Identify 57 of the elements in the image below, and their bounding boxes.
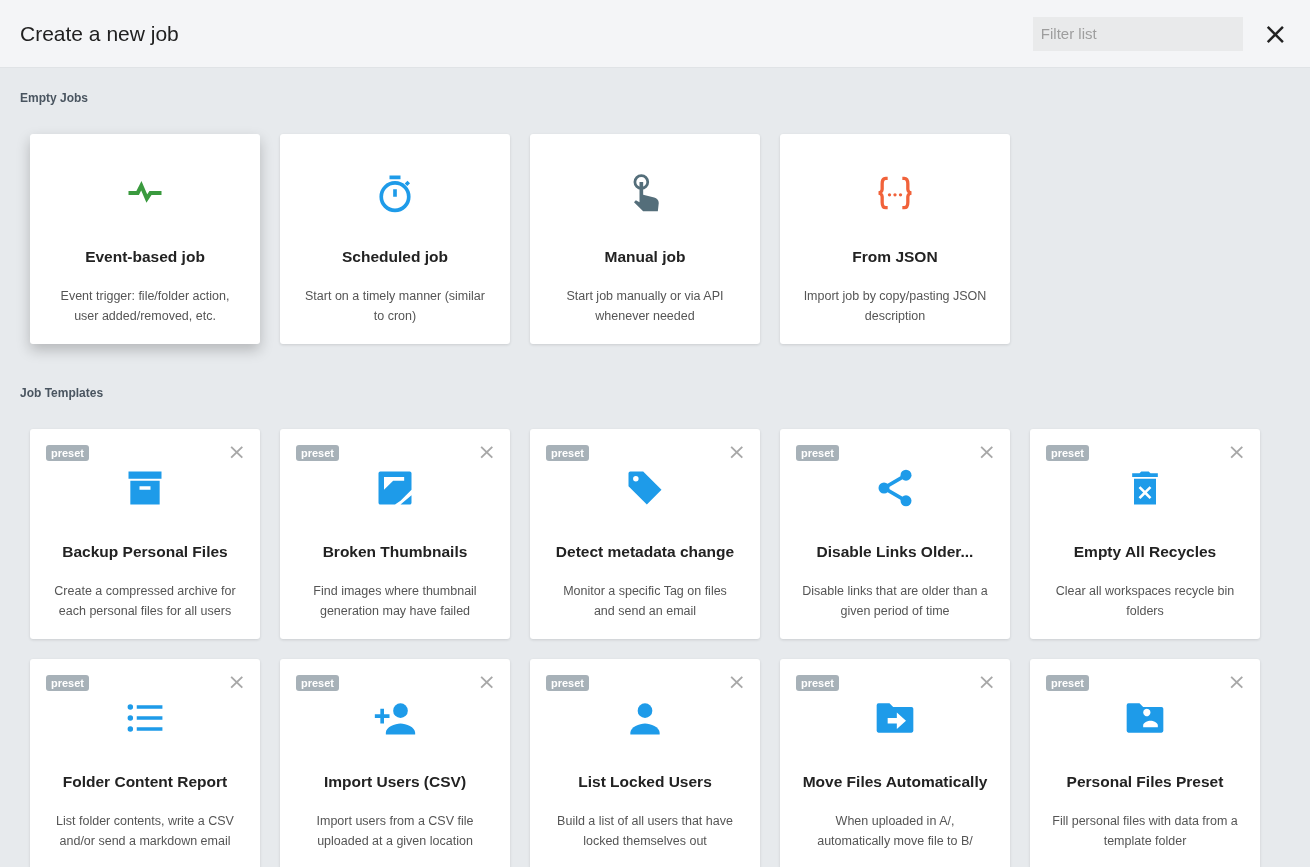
card-title: List Locked Users [578, 773, 712, 791]
job-card[interactable]: preset × Import Users (CSV) Import users from a CSV file uploaded at a given location [280, 659, 510, 867]
job-card[interactable]: From JSON Import job by copy/pasting JSON description [780, 134, 1010, 344]
card-description: Create a compressed archive for each personal files for all users [53, 583, 237, 620]
preset-badge: preset [46, 445, 90, 461]
card-title: From JSON [852, 248, 938, 266]
preset-badge: preset [1046, 675, 1090, 691]
card-title: Personal Files Preset [1066, 773, 1224, 791]
dialog-title: Create a new job [20, 21, 180, 46]
close-button[interactable]: × [1260, 19, 1290, 48]
job-card[interactable]: preset × List Locked Users Build a list of all users that have locked themselves out [530, 659, 760, 867]
preset-badge: preset [296, 445, 340, 461]
card-title: Detect metadata change [555, 543, 735, 561]
card-title: Broken Thumbnails [322, 543, 468, 561]
filter-field[interactable]: Filter list [1032, 16, 1243, 51]
card-description: Import job by copy/pasting JSON description [802, 288, 988, 325]
job-card[interactable]: preset × Folder Content Report List folder contents, write a CSV and/or send a markdown email [30, 659, 260, 867]
job-card[interactable]: preset × Detect metadata change Monitor a specific Tag on files and send an email [530, 429, 760, 639]
card-description: Start on a timely manner (similar to cron) [304, 288, 486, 325]
card-title: Disable Links Older... [816, 543, 974, 561]
preset-badge: preset [796, 675, 840, 691]
preset-badge: preset [296, 675, 340, 691]
job-card[interactable]: preset × Backup Personal Files Create a compressed archive for each personal files for all users [30, 429, 260, 639]
job-card[interactable]: preset × Personal Files Preset Fill personal files with data from a template folder [1030, 659, 1260, 867]
section-title: Empty Jobs [20, 91, 88, 105]
card-description: Find images where thumbnail generation may have failed [312, 583, 478, 620]
card-title: Folder Content Report [62, 773, 228, 791]
card-description: When uploaded in A/, automatically move file to B/ [816, 813, 974, 850]
card-title: Empty All Recycles [1073, 543, 1217, 561]
preset-badge: preset [1046, 445, 1090, 461]
section-title: Job Templates [20, 386, 104, 400]
preset-badge: preset [796, 445, 840, 461]
card-description: Clear all workspaces recycle bin folders [1054, 583, 1236, 620]
card-description: List folder contents, write a CSV and/or send a markdown email [55, 813, 235, 850]
card-description: Import users from a CSV file uploaded at a given location [315, 813, 475, 850]
preset-badge: preset [46, 675, 90, 691]
card-title: Manual job [604, 248, 686, 266]
card-title: Scheduled job [342, 248, 448, 266]
card-description: Start job manually or via API whenever needed [565, 288, 725, 325]
card-description: Build a list of all users that have locked themselves out [556, 813, 734, 850]
job-card[interactable]: Scheduled job Start on a timely manner (similar to cron) [280, 134, 510, 344]
preset-badge: preset [546, 675, 590, 691]
job-card[interactable]: preset × Broken Thumbnails Find images where thumbnail generation may have failed [280, 429, 510, 639]
job-card[interactable]: preset × Empty All Recycles Clear all workspaces recycle bin folders [1030, 429, 1260, 639]
job-card[interactable]: Manual job Start job manually or via API whenever needed [530, 134, 760, 344]
preset-badge: preset [546, 445, 590, 461]
card-description: Monitor a specific Tag on files and send an email [562, 583, 728, 620]
card-title: Move Files Automatically [802, 773, 988, 791]
job-card[interactable]: preset × Move Files Automatically When uploaded in A/, automatically move file to B/ [780, 659, 1010, 867]
job-card[interactable]: preset × Disable Links Older... Disable links that are older than a given period of time [780, 429, 1010, 639]
job-card[interactable]: Event-based job Event trigger: file/folder action, user added/removed, etc. [30, 134, 260, 344]
card-title: Import Users (CSV) [323, 773, 467, 791]
card-title: Event-based job [85, 248, 205, 266]
card-description: Fill personal files with data from a template folder [1052, 813, 1238, 850]
card-title: Backup Personal Files [62, 543, 228, 561]
card-description: Event trigger: file/folder action, user added/removed, etc. [59, 288, 231, 325]
card-description: Disable links that are older than a given period of time [802, 583, 988, 620]
